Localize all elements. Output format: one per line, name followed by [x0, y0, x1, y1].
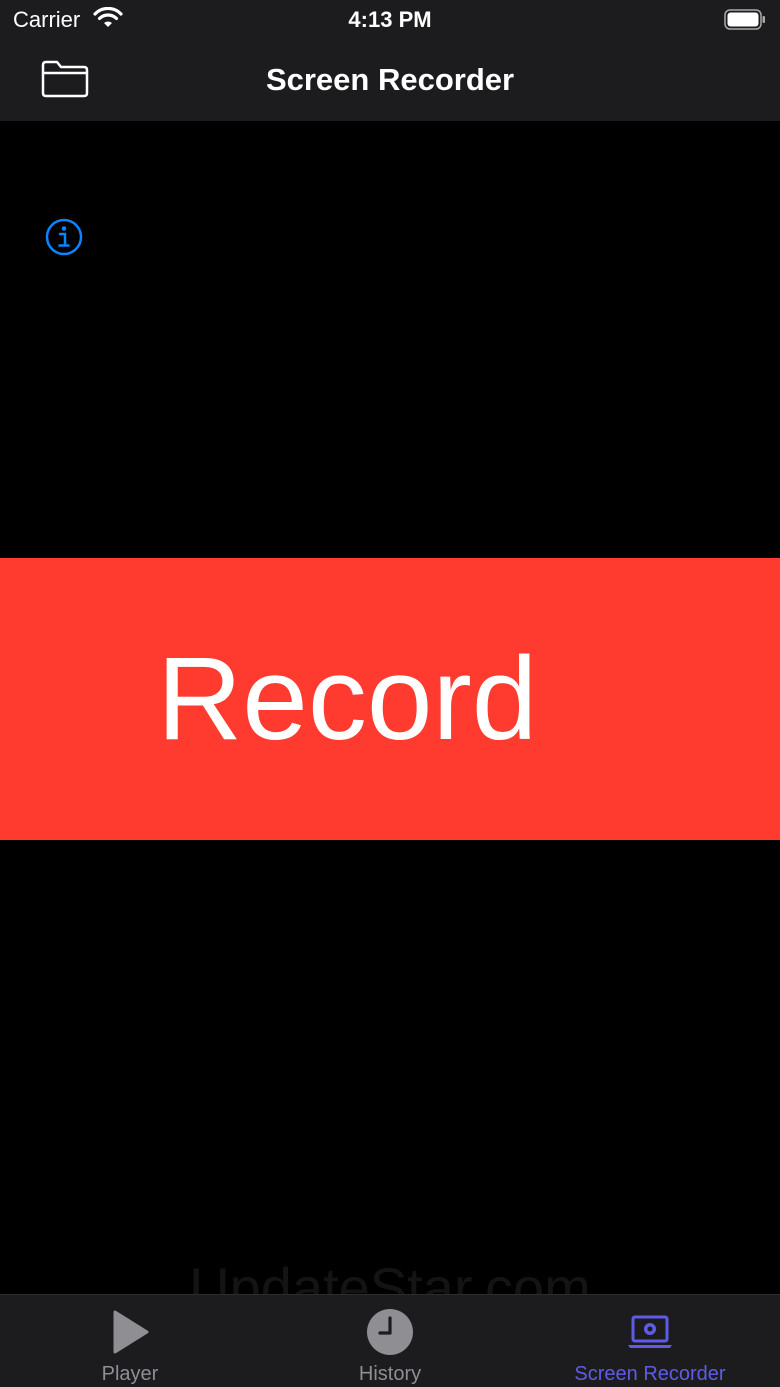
- play-icon: [113, 1310, 149, 1354]
- tab-history[interactable]: History: [260, 1295, 520, 1387]
- tab-player[interactable]: Player: [0, 1295, 260, 1387]
- tab-bar: Player History Screen Recorder: [0, 1294, 780, 1387]
- tab-player-label: Player: [101, 1363, 159, 1385]
- navigation-bar: Screen Recorder: [0, 40, 780, 121]
- screen-recorder-icon: [628, 1315, 672, 1348]
- tab-history-label: History: [358, 1363, 422, 1385]
- nav-title: Screen Recorder: [265, 62, 515, 97]
- top-bar: Carrier 4:13 PM Screen Recorder: [0, 0, 780, 121]
- info-icon[interactable]: [44, 217, 84, 257]
- battery-icon: [724, 9, 765, 30]
- status-time: 4:13 PM: [348, 7, 432, 32]
- clock-icon: [367, 1309, 413, 1355]
- status-bar: Carrier 4:13 PM: [0, 0, 780, 40]
- tab-screen-recorder[interactable]: Screen Recorder: [520, 1295, 780, 1387]
- record-button[interactable]: Record: [0, 558, 780, 840]
- tab-screen-recorder-label: Screen Recorder: [574, 1363, 726, 1385]
- record-button-label: Record: [157, 633, 538, 765]
